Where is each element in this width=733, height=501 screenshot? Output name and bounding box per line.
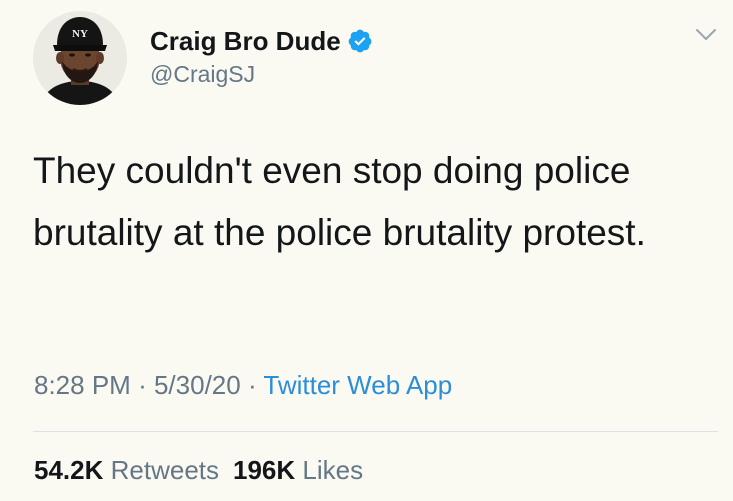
chevron-down-icon[interactable]	[693, 25, 719, 45]
tweet-meta: 8:28 PM · 5/30/20 · Twitter Web App	[34, 370, 452, 401]
likes-stat[interactable]: 196K Likes	[233, 455, 363, 485]
display-name[interactable]: Craig Bro Dude	[150, 26, 341, 57]
tweet-text: They couldn't even stop doing police bru…	[33, 150, 646, 253]
tweet-date[interactable]: 5/30/20	[154, 370, 241, 400]
divider	[33, 431, 718, 432]
author-name-row: Craig Bro Dude	[150, 24, 373, 58]
tweet-stats: 54.2K Retweets 196K Likes	[34, 455, 363, 486]
avatar-photo: NY	[33, 11, 127, 105]
cap-logo: NY	[72, 28, 88, 40]
tweet-time[interactable]: 8:28 PM	[34, 370, 131, 400]
meta-separator: ·	[138, 370, 147, 400]
tweet-card: NY Craig Bro Dude @CraigSJ They couldn't…	[0, 0, 733, 501]
likes-count: 196K	[233, 455, 296, 485]
retweets-label: Retweets	[110, 455, 220, 485]
likes-label: Likes	[302, 455, 364, 485]
meta-separator: ·	[247, 370, 257, 400]
user-handle[interactable]: @CraigSJ	[150, 61, 255, 88]
tweet-source-link[interactable]: Twitter Web App	[263, 370, 452, 400]
retweets-count: 54.2K	[34, 455, 104, 485]
retweets-stat[interactable]: 54.2K Retweets	[34, 455, 219, 485]
avatar[interactable]: NY	[33, 11, 127, 105]
verified-badge-icon	[347, 28, 373, 54]
